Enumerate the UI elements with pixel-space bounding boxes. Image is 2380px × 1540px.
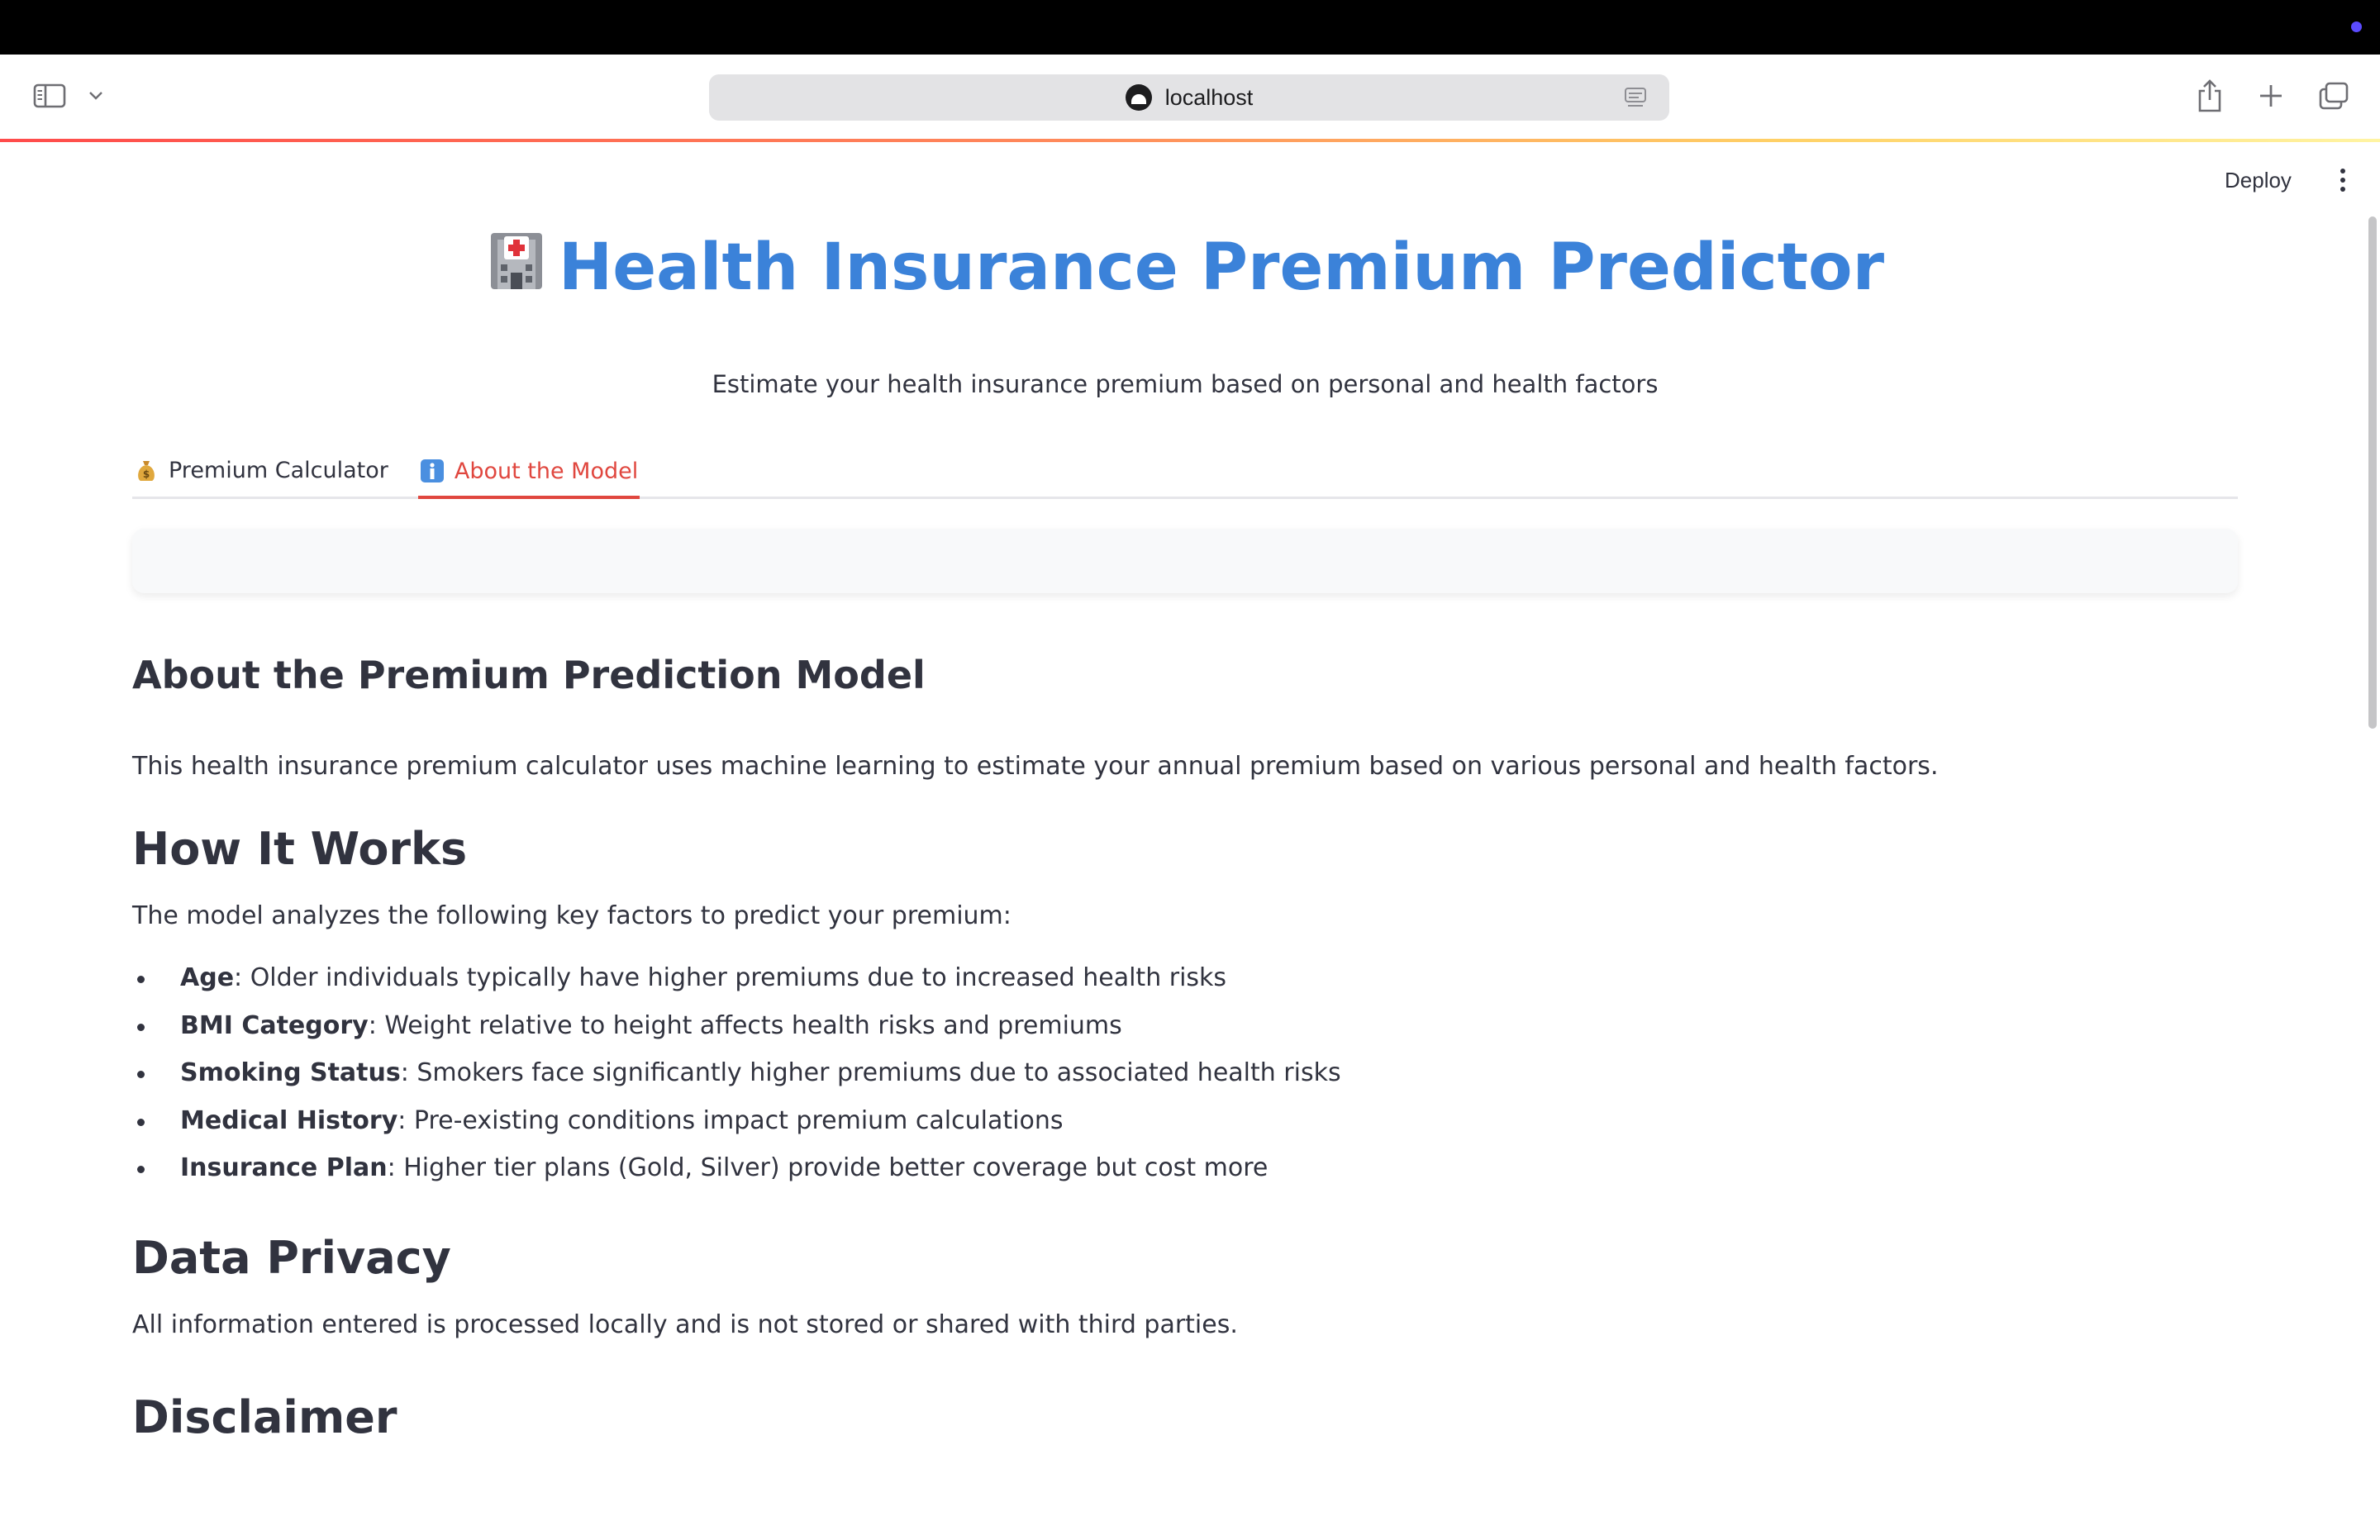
share-icon xyxy=(2198,79,2221,112)
page-subtitle: Estimate your health insurance premium b… xyxy=(712,370,1659,398)
tab-premium-calculator[interactable]: $ Premium Calculator xyxy=(132,444,390,497)
tab-bar: $ Premium Calculator About the Model xyxy=(132,444,2238,499)
privacy-text: All information entered is processed loc… xyxy=(132,1309,1238,1339)
how-intro-text: The model analyzes the following key fac… xyxy=(132,901,1011,930)
sidebar-icon xyxy=(33,83,66,108)
list-item: Age: Older individuals typically have hi… xyxy=(132,954,2238,1002)
section-heading-about: About the Premium Prediction Model xyxy=(132,653,926,697)
list-item: Medical History: Pre-existing conditions… xyxy=(132,1097,2238,1145)
section-heading-data-privacy: Data Privacy xyxy=(132,1231,451,1284)
address-bar[interactable]: localhost xyxy=(709,74,1669,121)
factor-name: Smoking Status xyxy=(180,1058,401,1087)
recording-indicator-icon xyxy=(2351,21,2362,32)
factor-desc: : Smokers face significantly higher prem… xyxy=(400,1058,1341,1087)
page-loading-progress xyxy=(0,139,2380,142)
section-heading-disclaimer: Disclaimer xyxy=(132,1390,397,1443)
factor-name: Medical History xyxy=(180,1105,398,1135)
url-text: localhost xyxy=(1164,84,1254,110)
tab-group-menu-button[interactable] xyxy=(84,81,107,111)
factor-name: Age xyxy=(180,963,235,992)
factor-desc: : Higher tier plans (Gold, Silver) provi… xyxy=(387,1153,1269,1182)
new-tab-button[interactable] xyxy=(2251,76,2291,116)
svg-text:$: $ xyxy=(143,468,150,480)
section-heading-how-it-works: How It Works xyxy=(132,823,468,875)
more-vertical-icon xyxy=(2340,169,2345,173)
factor-desc: : Weight relative to height affects heal… xyxy=(368,1010,1122,1040)
info-icon xyxy=(420,459,444,482)
main-menu-button[interactable] xyxy=(2330,164,2355,197)
reader-mode-icon[interactable] xyxy=(1623,86,1648,109)
list-item: Insurance Plan: Higher tier plans (Gold,… xyxy=(132,1144,2238,1192)
factor-desc: : Pre-existing conditions impact premium… xyxy=(397,1105,1064,1135)
main-content: Health Insurance Premium Predictor Estim… xyxy=(132,207,2238,1443)
chevron-down-icon xyxy=(89,92,102,100)
list-item: Smoking Status: Smokers face significant… xyxy=(132,1049,2238,1097)
factor-list: Age: Older individuals typically have hi… xyxy=(132,954,2238,1192)
tab-label: About the Model xyxy=(454,458,639,484)
tab-overview-icon xyxy=(2319,82,2349,110)
os-menu-bar xyxy=(0,0,2380,55)
plus-icon xyxy=(2260,85,2282,107)
factor-name: Insurance Plan xyxy=(180,1153,388,1182)
deploy-button[interactable]: Deploy xyxy=(2211,162,2305,198)
money-bag-icon: $ xyxy=(138,461,155,481)
factor-desc: : Older individuals typically have highe… xyxy=(234,963,1227,992)
tab-about-the-model[interactable]: About the Model xyxy=(417,446,640,499)
share-button[interactable] xyxy=(2192,76,2228,116)
tab-label: Premium Calculator xyxy=(169,457,388,483)
site-favicon-icon xyxy=(1125,84,1152,111)
list-item: BMI Category: Weight relative to height … xyxy=(132,1002,2238,1050)
page-scrollbar[interactable] xyxy=(2368,216,2377,729)
browser-toolbar: localhost xyxy=(0,55,2380,140)
hospital-icon xyxy=(490,233,542,289)
page-title-text: Health Insurance Premium Predictor xyxy=(558,231,1885,305)
tab-overview-button[interactable] xyxy=(2314,76,2354,116)
factor-name: BMI Category xyxy=(180,1010,369,1040)
about-intro-text: This health insurance premium calculator… xyxy=(132,752,1939,781)
info-box xyxy=(132,529,2238,593)
page-title: Health Insurance Premium Predictor xyxy=(132,228,2238,307)
sidebar-toggle-button[interactable] xyxy=(31,79,68,112)
